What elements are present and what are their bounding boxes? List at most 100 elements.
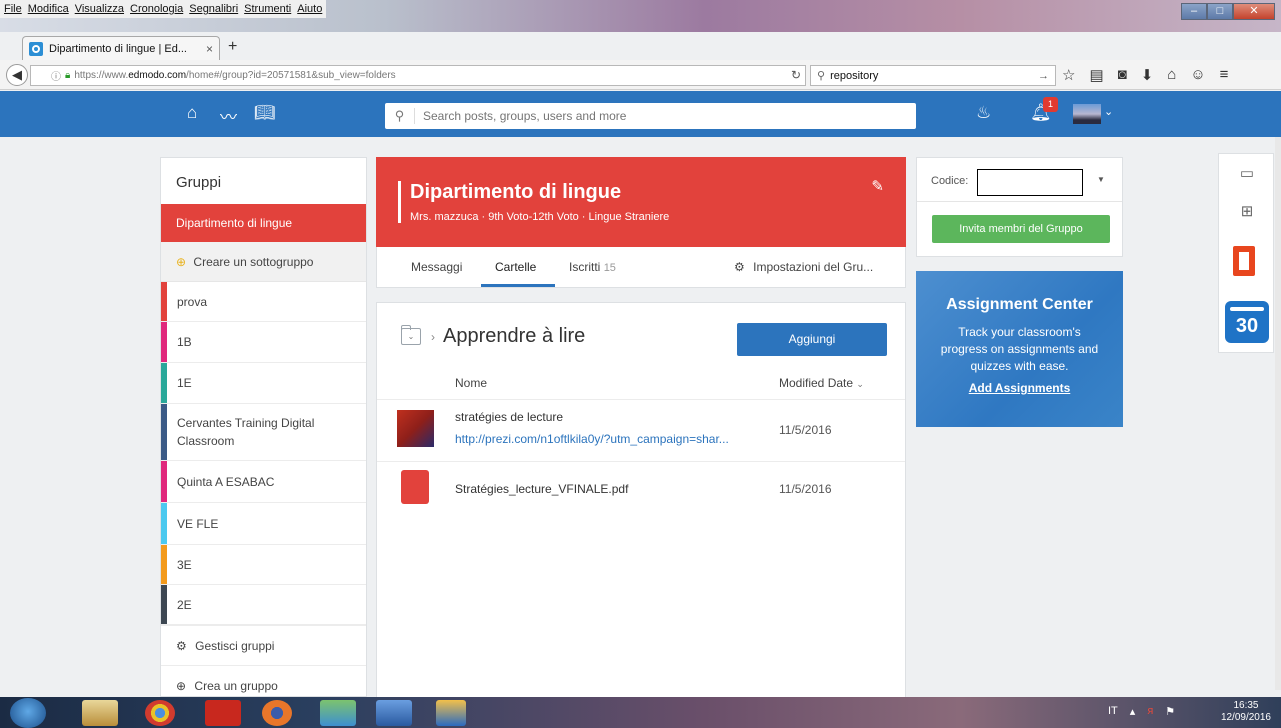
manage-groups-button[interactable]: ⚙ Gestisci gruppi — [161, 625, 366, 665]
column-header-date[interactable]: Modified Date ⌄ — [779, 376, 864, 390]
back-button[interactable]: ◀ — [6, 64, 28, 86]
tab-close-icon[interactable]: × — [206, 42, 213, 56]
menu-aiuto[interactable]: Aiuto — [297, 3, 322, 15]
chevron-down-icon[interactable]: ⌄ — [1104, 105, 1113, 118]
minimize-button[interactable]: – — [1181, 3, 1207, 20]
calendar-icon[interactable]: 30 — [1225, 301, 1269, 343]
home-icon[interactable]: ⌂ — [187, 103, 197, 123]
home-icon[interactable]: ⌂ — [1167, 66, 1176, 84]
chat-icon[interactable]: ☺ — [1190, 66, 1205, 84]
paint-icon[interactable] — [320, 700, 356, 726]
firefox-icon[interactable] — [262, 700, 292, 726]
notification-badge: 1 — [1043, 97, 1058, 112]
search-go-icon[interactable]: → — [1038, 70, 1049, 82]
site-search-input[interactable] — [415, 109, 895, 123]
security-shield-icon[interactable] — [436, 700, 466, 726]
clock-time: 16:35 — [1233, 700, 1259, 711]
office-icon[interactable] — [1233, 246, 1255, 276]
menu-file[interactable]: File — [4, 3, 22, 15]
sidebar-item-group[interactable]: 1B — [161, 322, 366, 363]
tab-folders[interactable]: Cartelle — [495, 260, 536, 274]
action-center-flag-icon[interactable]: ⚑ — [1165, 705, 1175, 718]
gear-icon: ⚙ — [734, 260, 745, 274]
file-explorer-icon[interactable] — [82, 700, 118, 726]
table-row[interactable]: stratégies de lecture http://prezi.com/n… — [377, 399, 905, 461]
file-name[interactable]: Stratégies_lecture_VFINALE.pdf — [455, 482, 628, 496]
reload-icon[interactable]: ↻ — [791, 68, 801, 82]
tab-messages[interactable]: Messaggi — [411, 260, 462, 274]
chrome-icon[interactable] — [145, 700, 175, 726]
table-row[interactable]: Stratégies_lecture_VFINALE.pdf 11/5/2016 — [377, 461, 905, 515]
tab-title: Dipartimento di lingue | Ed... — [49, 42, 187, 55]
group-color-bar — [161, 363, 167, 403]
column-header-name[interactable]: Nome — [455, 376, 487, 390]
menu-cronologia[interactable]: Cronologia — [130, 3, 183, 15]
sidebar-item-group[interactable]: VE FLE — [161, 503, 366, 545]
sidebar-item-active-group[interactable]: Dipartimento di lingue — [161, 204, 366, 242]
sidebar-item-group[interactable]: prova — [161, 282, 366, 322]
language-indicator[interactable]: IT — [1108, 705, 1118, 718]
word-icon[interactable] — [376, 700, 412, 726]
download-icon[interactable]: ⬇ — [1141, 66, 1154, 84]
group-header: Dipartimento di lingue Mrs. mazzuca · 9t… — [376, 157, 906, 247]
add-button[interactable]: Aggiungi — [737, 323, 887, 356]
caret-down-icon[interactable]: ▼ — [1097, 175, 1105, 184]
start-button[interactable] — [10, 698, 46, 728]
backpack-icon[interactable]: ♨ — [976, 103, 991, 123]
manage-groups-label: Gestisci gruppi — [195, 639, 275, 653]
acrobat-tray-icon[interactable]: ᴙ — [1147, 705, 1153, 718]
group-label: 3E — [177, 557, 192, 572]
library-book-icon[interactable]: 📖︎ — [254, 103, 276, 123]
sidebar-item-group[interactable]: 2E — [161, 585, 366, 625]
sidebar-item-group[interactable]: 1E — [161, 363, 366, 404]
store-icon[interactable]: ▭ — [1219, 164, 1275, 182]
sidebar-item-group[interactable]: Cervantes Training Digital Classroom — [161, 404, 366, 461]
sidebar-item-group[interactable]: Quinta A ESABAC — [161, 461, 366, 503]
column-header-date-label: Modified Date — [779, 376, 854, 390]
create-subgroup-label: Creare un sottogruppo — [193, 255, 314, 269]
menu-segnalibri[interactable]: Segnalibri — [189, 3, 238, 15]
add-assignments-link[interactable]: Add Assignments — [916, 381, 1123, 395]
acrobat-icon[interactable] — [205, 700, 241, 726]
folder-icon[interactable]: ⌄ — [401, 325, 421, 345]
menu-hamburger-icon[interactable]: ≡ — [1220, 66, 1229, 84]
tab-members[interactable]: Iscritti 15 — [569, 260, 616, 274]
activity-pulse-icon[interactable]: 〰 — [220, 103, 237, 128]
new-tab-button[interactable]: + — [228, 38, 237, 56]
group-color-bar — [161, 461, 167, 502]
pocket-icon[interactable]: ◙ — [1118, 66, 1127, 84]
navigation-bar: ◀ ⓘ 🔒︎ https://www. edmodo.com/home#/grou… — [0, 60, 1281, 90]
browser-tab[interactable]: Dipartimento di lingue | Ed... × — [22, 36, 220, 60]
group-color-bar — [161, 404, 167, 460]
reading-list-icon[interactable]: ▤ — [1089, 66, 1103, 84]
file-link[interactable]: http://prezi.com/n1oftlkila0y/?utm_campa… — [455, 432, 729, 446]
tray-expand-icon[interactable]: ▴ — [1130, 705, 1136, 718]
lock-icon: 🔒︎ — [65, 70, 71, 81]
browser-search-box[interactable]: ⚲ repository → — [810, 65, 1056, 86]
maximize-button[interactable]: □ — [1207, 3, 1233, 20]
tab-settings[interactable]: ⚙ Impostazioni del Gru... — [734, 260, 873, 274]
menu-visualizza[interactable]: Visualizza — [75, 3, 124, 15]
bookmark-star-icon[interactable]: ☆ — [1062, 66, 1075, 84]
invite-members-button[interactable]: Invita membri del Gruppo — [932, 215, 1110, 243]
plus-circle-icon: ⊕ — [176, 679, 187, 693]
apps-launcher: ▭ ⊞ 30 — [1218, 153, 1274, 353]
page-scrollbar[interactable] — [1275, 137, 1281, 690]
group-label: 1B — [177, 335, 192, 349]
avatar[interactable] — [1073, 104, 1101, 124]
windows-taskbar: IT ▴ ᴙ ⚑ 16:35 12/09/2016 — [0, 697, 1281, 728]
browser-search-value: repository — [830, 69, 879, 82]
edit-pencil-icon[interactable]: ✎ — [871, 177, 884, 195]
menu-modifica[interactable]: Modifica — [28, 3, 69, 15]
url-bar[interactable]: ⓘ 🔒︎ https://www. edmodo.com/home#/group?… — [30, 65, 806, 86]
menu-strumenti[interactable]: Strumenti — [244, 3, 291, 15]
group-code-field[interactable] — [977, 169, 1083, 196]
sidebar-item-group[interactable]: 3E — [161, 545, 366, 585]
system-clock[interactable]: 16:35 12/09/2016 — [1221, 700, 1271, 724]
file-name[interactable]: stratégies de lecture — [455, 410, 563, 424]
clock-date: 12/09/2016 — [1220, 712, 1271, 723]
apps-grid-icon[interactable]: ⊞ — [1219, 202, 1275, 220]
create-subgroup-button[interactable]: ⊕ Creare un sottogruppo — [161, 242, 366, 282]
close-window-button[interactable]: ✕ — [1233, 3, 1275, 20]
info-icon[interactable]: ⓘ — [51, 68, 61, 83]
